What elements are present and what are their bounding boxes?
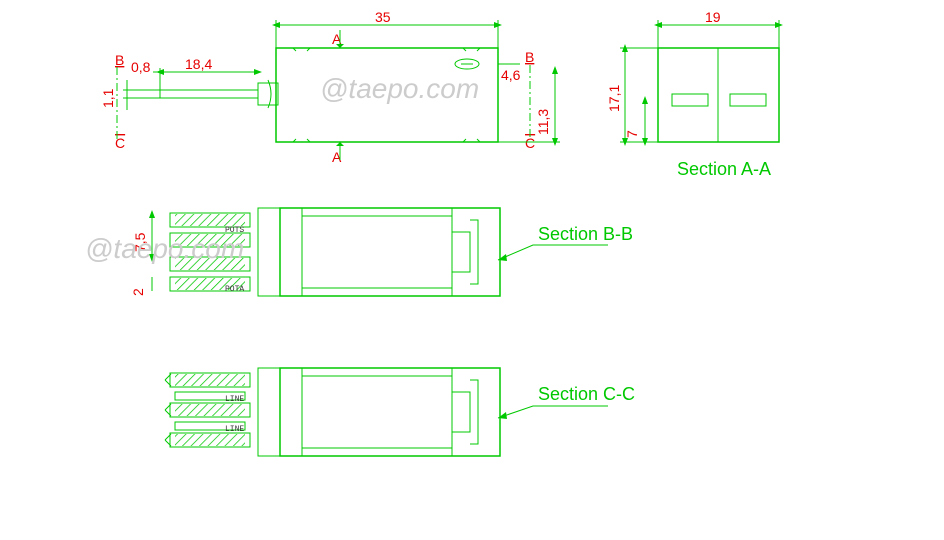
dim-17-1: 17,1 bbox=[606, 85, 622, 112]
marker-b-left: B bbox=[115, 52, 124, 68]
dim-19: 19 bbox=[705, 9, 721, 25]
marker-c-right: C bbox=[525, 135, 535, 151]
dim-0-8: 0,8 bbox=[131, 59, 151, 75]
dim-2: 2 bbox=[130, 288, 146, 296]
marker-b-right: B bbox=[525, 49, 534, 65]
dim-11-3: 11,3 bbox=[535, 109, 551, 135]
dim-7: 7 bbox=[624, 130, 640, 138]
section-aa: 19 17,1 7 Section A-A bbox=[606, 9, 779, 179]
dim-18-4: 18,4 bbox=[185, 56, 212, 72]
watermark-2: @taepo.com bbox=[85, 233, 244, 264]
pin-line1: LINE bbox=[225, 395, 244, 404]
dim-4-6: 4,6 bbox=[501, 67, 521, 83]
watermark-1: @taepo.com bbox=[320, 73, 479, 104]
section-bb-label: Section B-B bbox=[538, 224, 633, 244]
pin-line2: LINE bbox=[225, 425, 244, 434]
section-cc: LINE LINE Section C-C bbox=[165, 368, 635, 456]
section-cc-label: Section C-C bbox=[538, 384, 635, 404]
dim-1-1: 1,1 bbox=[100, 88, 116, 108]
pin-pota: POTA bbox=[225, 285, 244, 294]
section-aa-label: Section A-A bbox=[677, 159, 771, 179]
dim-35: 35 bbox=[375, 9, 391, 25]
